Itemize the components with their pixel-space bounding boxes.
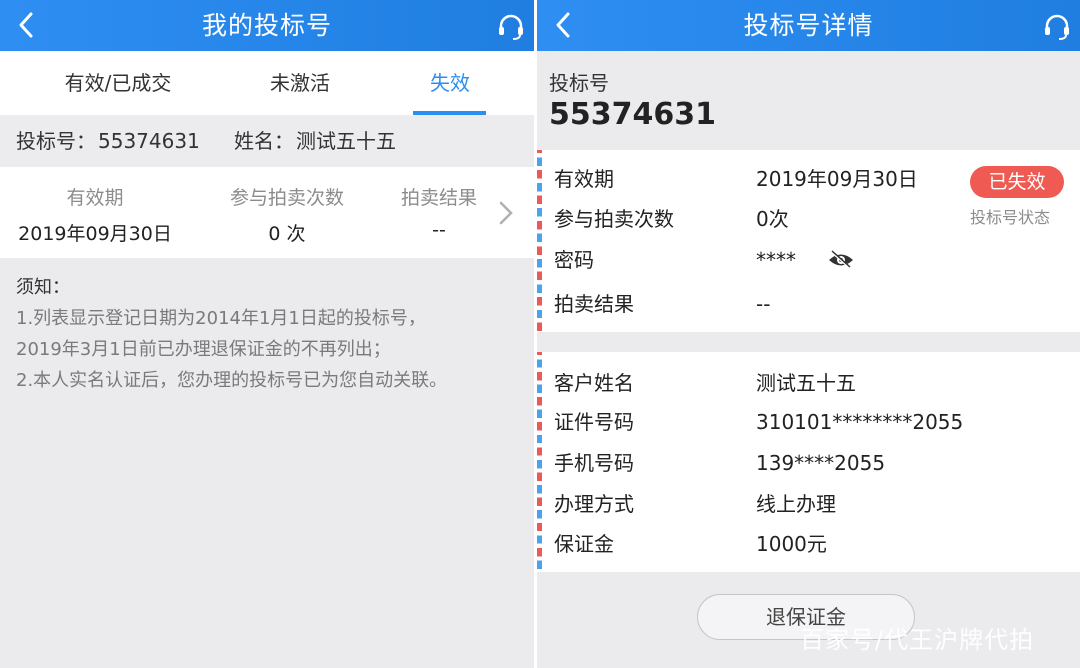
status-tabs: 有效/已成交 未激活 失效: [0, 51, 534, 115]
bid-number-label: 投标号: [549, 71, 609, 95]
name-value: 测试五十五: [296, 129, 396, 153]
app-header: 投标号详情: [537, 0, 1080, 51]
chevron-right-icon: [499, 201, 513, 225]
detail-value: --: [756, 292, 771, 316]
detail-key: 手机号码: [554, 451, 634, 475]
bid-info-bar: 投标号： 55374631 姓名： 测试五十五: [0, 115, 534, 167]
tab-valid[interactable]: 有效/已成交: [40, 51, 196, 115]
detail-key: 办理方式: [554, 492, 634, 516]
eye-slash-icon[interactable]: [827, 249, 855, 271]
detail-key: 参与拍卖次数: [554, 207, 674, 231]
detail-key: 有效期: [554, 167, 614, 191]
headset-icon[interactable]: [496, 12, 526, 42]
detail-key: 拍卖结果: [554, 292, 634, 316]
name-label: 姓名：: [234, 129, 294, 153]
detail-value: 2019年09月30日: [756, 167, 918, 191]
detail-value: 测试五十五: [756, 371, 856, 395]
notice-line-3: 2.本人实名认证后，您办理的投标号已为您自动关联。: [16, 370, 448, 391]
password-value: ****: [756, 248, 796, 272]
auction-count-header: 参与拍卖次数: [229, 187, 344, 209]
detail-key: 客户姓名: [554, 371, 634, 395]
auction-count-value: 0 次: [268, 223, 306, 245]
status-caption: 投标号状态: [970, 208, 1051, 227]
headset-icon[interactable]: [1042, 12, 1072, 42]
detail-key: 保证金: [554, 532, 614, 556]
auction-result-value: --: [432, 219, 446, 241]
bid-list-screen: 我的投标号 有效/已成交 未激活 失效 投标号： 55374631 姓名： 测试…: [0, 0, 534, 668]
bid-number-value: 55374631: [549, 97, 716, 132]
bid-details-panel: 有效期 2019年09月30日 参与拍卖次数 0次 密码 **** 拍卖结果 -…: [537, 150, 1080, 332]
bid-number-value: 55374631: [98, 129, 200, 153]
status-badge: 已失效: [970, 166, 1064, 198]
app-header: 我的投标号: [0, 0, 534, 51]
watermark: 百家号/代王沪牌代拍: [800, 626, 1035, 654]
detail-value: 310101********2055: [756, 410, 964, 434]
detail-value: 1000元: [756, 532, 827, 556]
bid-summary-card[interactable]: 有效期 2019年09月30日 参与拍卖次数 0 次 拍卖结果 --: [0, 167, 534, 258]
notice-line-1: 1.列表显示登记日期为2014年1月1日起的投标号，: [16, 308, 426, 329]
bid-number-label: 投标号：: [16, 129, 96, 153]
detail-value: 线上办理: [756, 492, 836, 516]
tab-expired[interactable]: 失效: [400, 51, 500, 115]
detail-value: 0次: [756, 207, 789, 231]
customer-info-panel: 客户姓名 测试五十五 证件号码 310101********2055 手机号码 …: [537, 352, 1080, 572]
validity-value: 2019年09月30日: [18, 223, 172, 245]
page-title: 我的投标号: [201, 11, 332, 40]
validity-header: 有效期: [66, 187, 124, 209]
bid-number-header: 投标号 55374631: [537, 51, 1080, 149]
bid-detail-screen: 投标号详情 投标号 55374631 有效期 2019年09月30日 参与拍卖次…: [537, 0, 1080, 668]
auction-result-header: 拍卖结果: [400, 187, 477, 209]
detail-key: 证件号码: [554, 410, 634, 434]
notice-line-2: 2019年3月1日前已办理退保证金的不再列出；: [16, 339, 391, 360]
tab-inactive[interactable]: 未激活: [240, 51, 360, 115]
notice-title: 须知：: [16, 277, 70, 298]
detail-value: 139****2055: [756, 451, 886, 475]
notice-section: 须知： 1.列表显示登记日期为2014年1月1日起的投标号， 2019年3月1日…: [16, 272, 526, 396]
detail-key: 密码: [554, 248, 594, 272]
page-title: 投标号详情: [743, 11, 874, 40]
